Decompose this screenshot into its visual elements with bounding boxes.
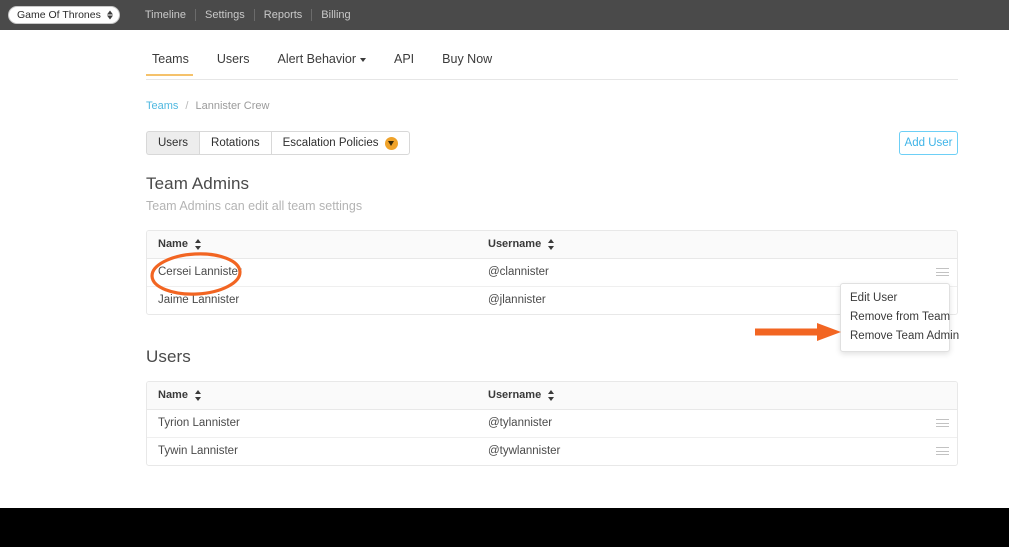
org-selector-label: Game Of Thrones: [17, 8, 101, 21]
topnav-link-billing[interactable]: Billing: [312, 9, 359, 21]
sub-tab-users[interactable]: Users: [146, 131, 200, 155]
column-header-name-label: Name: [158, 238, 188, 251]
add-user-button[interactable]: Add User: [899, 131, 958, 155]
table-header-row: Name Username: [147, 382, 957, 410]
admin-username-cell: @clannister: [477, 258, 897, 287]
column-header-username-label: Username: [488, 389, 542, 402]
user-actions-cell: [897, 437, 957, 465]
footer-bar: [0, 508, 1009, 547]
users-heading: Users: [146, 347, 191, 366]
column-header-name-label: Name: [158, 389, 188, 402]
column-header-actions: [897, 382, 957, 410]
sub-tab-escalation-policies-label: Escalation Policies: [282, 137, 379, 149]
sort-icon[interactable]: [195, 389, 202, 401]
breadcrumb: Teams / Lannister Crew: [146, 100, 269, 112]
topnav-link-timeline[interactable]: Timeline: [136, 9, 195, 21]
team-admins-description: Team Admins can edit all team settings: [146, 199, 363, 213]
admin-name-cell: Cersei Lannister: [147, 258, 477, 287]
sub-tab-rotations[interactable]: Rotations: [199, 131, 271, 155]
sort-icon[interactable]: [195, 238, 202, 250]
app-page: Game Of Thrones Timeline Settings Report…: [0, 0, 1009, 547]
user-actions-cell: [897, 409, 957, 438]
topnav-link-reports[interactable]: Reports: [255, 9, 312, 21]
admin-username-cell: @jlannister: [488, 294, 546, 307]
row-menu-hamburger-icon[interactable]: [936, 419, 949, 427]
org-selector[interactable]: Game Of Thrones: [8, 6, 120, 24]
tab-buy-now[interactable]: Buy Now: [428, 52, 506, 75]
column-header-username[interactable]: Username: [477, 231, 897, 259]
column-header-username[interactable]: Username: [477, 382, 897, 410]
annotation-arrow-pointer: [755, 323, 841, 341]
table-header-row: Name Username: [147, 231, 957, 259]
row-context-menu: Edit User Remove from Team Remove Team A…: [840, 283, 959, 352]
table-row[interactable]: Tywin Lannister @tywlannister: [147, 437, 957, 465]
tab-api-label: API: [394, 52, 415, 66]
column-header-actions: [897, 231, 957, 259]
sort-icon[interactable]: [548, 389, 555, 401]
tab-alert-behavior[interactable]: Alert Behavior: [263, 52, 380, 75]
column-header-name[interactable]: Name: [147, 382, 477, 410]
main-tab-bar: Teams Users Alert Behavior API Buy Now: [146, 52, 958, 80]
tab-alert-behavior-label: Alert Behavior: [277, 52, 356, 66]
row-menu-hamburger-icon[interactable]: [936, 447, 949, 456]
column-header-username-label: Username: [488, 238, 542, 251]
sub-tab-group: Users Rotations Escalation Policies: [146, 131, 410, 155]
warning-badge-icon: [384, 136, 398, 150]
tab-teams-label: Teams: [152, 52, 189, 66]
user-name-cell: Tyrion Lannister: [147, 409, 477, 438]
tab-users-label: Users: [216, 52, 250, 66]
menu-item-remove-team-admin[interactable]: Remove Team Admin: [841, 327, 959, 346]
tab-api[interactable]: API: [380, 52, 428, 75]
team-admins-table: Name Username Cersei Lannister @clannist…: [146, 230, 958, 315]
tab-users[interactable]: Users: [203, 52, 264, 75]
row-menu-hamburger-icon[interactable]: [936, 268, 949, 276]
table-row[interactable]: Tyrion Lannister @tylannister: [147, 409, 957, 438]
table-row[interactable]: Jaime Lannister @jlannister: [147, 286, 957, 314]
topnav-link-settings[interactable]: Settings: [196, 9, 254, 21]
tab-buy-now-label: Buy Now: [442, 52, 493, 66]
menu-item-remove-from-team[interactable]: Remove from Team: [841, 308, 950, 327]
admin-actions-cell: [897, 258, 957, 287]
admin-name-cell: Jaime Lannister: [158, 294, 240, 307]
user-name-cell: Tywin Lannister: [158, 445, 238, 458]
sub-tab-users-label: Users: [158, 137, 189, 149]
sort-icon[interactable]: [548, 238, 555, 250]
table-row[interactable]: Cersei Lannister @clannister: [147, 258, 957, 287]
top-nav-links: Timeline Settings Reports Billing: [136, 9, 360, 21]
stepper-updown-icon: [106, 10, 113, 20]
breadcrumb-link-teams[interactable]: Teams: [146, 100, 178, 112]
users-table: Name Username Tyrion Lannister @tylannis…: [146, 381, 958, 466]
breadcrumb-current: Lannister Crew: [195, 100, 270, 112]
tab-teams[interactable]: Teams: [146, 52, 203, 76]
column-header-name[interactable]: Name: [147, 231, 477, 259]
sub-tab-rotations-label: Rotations: [211, 137, 260, 149]
top-navigation-bar: Game Of Thrones Timeline Settings Report…: [0, 0, 1009, 30]
user-username-cell: @tylannister: [477, 409, 897, 438]
sub-tab-escalation-policies[interactable]: Escalation Policies: [270, 131, 410, 155]
team-admins-heading: Team Admins: [146, 174, 250, 193]
breadcrumb-separator: /: [185, 100, 189, 112]
user-username-cell: @tywlannister: [488, 445, 561, 458]
chevron-down-icon: [360, 57, 366, 62]
menu-item-edit-user[interactable]: Edit User: [841, 289, 949, 308]
